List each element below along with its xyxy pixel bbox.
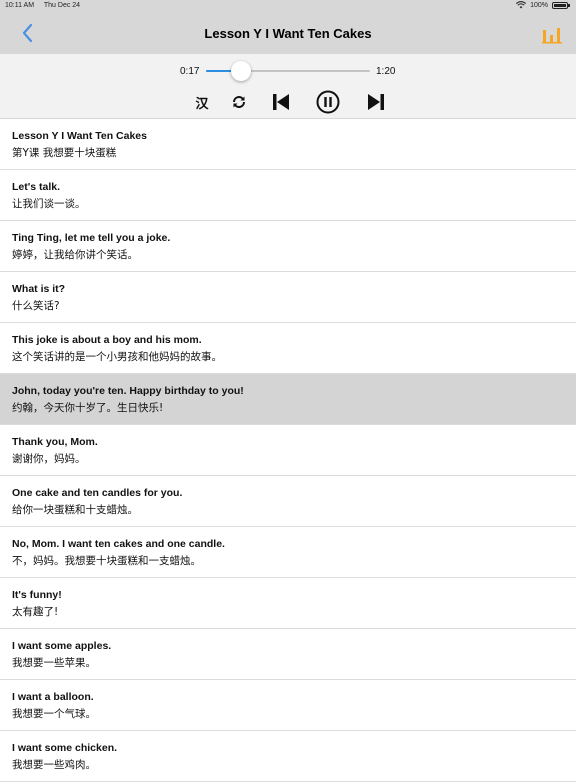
line-english: I want some apples. [12,640,112,652]
current-time: 0:17 [180,66,200,77]
line-english: Lesson Y I Want Ten Cakes [12,130,147,142]
audio-player: 0:17 1:20 汉 [0,54,576,119]
next-button[interactable] [365,92,387,112]
line-english: This joke is about a boy and his mom. [12,334,202,346]
progress-slider[interactable] [206,61,370,81]
list-item[interactable]: I want a balloon. 我想要一个气球。 [0,680,576,731]
lesson-line-list: Lesson Y I Want Ten Cakes 第Y课 我想要十块蛋糕 Let'… [0,119,576,782]
nav-bar: Lesson Y I Want Ten Cakes [0,12,576,54]
status-time: 10:11 AM [5,2,35,9]
line-english: Let's talk. [12,181,61,193]
line-chinese: 给你一块蛋糕和十支蜡烛。 [12,504,138,516]
list-item[interactable]: It's funny! 太有趣了! [0,578,576,629]
line-english: John, today you're ten. Happy birthday t… [12,385,244,397]
page-title: Lesson Y I Want Ten Cakes [204,26,372,41]
line-english: No, Mom. I want ten cakes and one candle… [12,538,225,550]
line-chinese: 这个笑话讲的是一个小男孩和他妈妈的故事。 [12,351,222,363]
bar-chart-icon [542,28,562,44]
line-chinese: 让我们谈一谈。 [12,198,86,210]
status-date: Thu Dec 24 [43,2,81,9]
list-item[interactable]: John, today you're ten. Happy birthday t… [0,374,576,425]
list-item[interactable]: Lesson Y I Want Ten Cakes 第Y课 我想要十块蛋糕 [0,119,576,170]
line-chinese: 什么笑话? [12,300,60,312]
status-left: 10:11 AM Thu Dec 24 [5,2,88,9]
list-item[interactable]: I want some chicken. 我想要一些鸡肉。 [0,731,576,782]
previous-button[interactable] [270,92,292,112]
line-chinese: 我想要一些鸡肉。 [12,759,96,771]
list-item[interactable]: This joke is about a boy and his mom. 这个笑… [0,323,576,374]
list-item[interactable]: What is it? 什么笑话? [0,272,576,323]
list-item[interactable]: Thank you, Mom. 谢谢你，妈妈。 [0,425,576,476]
skip-back-icon [273,94,289,110]
chinese-toggle-button[interactable]: 汉 [192,92,212,112]
line-english: One cake and ten candles for you. [12,487,183,499]
status-bar: 10:11 AM Thu Dec 24 100% [0,0,576,12]
line-chinese: 第Y课 我想要十块蛋糕 [12,147,117,159]
line-english: What is it? [12,283,66,295]
stats-button[interactable] [542,26,562,44]
line-english: I want a balloon. [12,691,94,703]
line-chinese: 我想要一些苹果。 [12,657,96,669]
line-english: Ting Ting, let me tell you a joke. [12,232,171,244]
pause-button[interactable] [316,90,340,114]
battery-icon [552,1,570,9]
list-item[interactable]: Let's talk. 让我们谈一谈。 [0,170,576,221]
repeat-button[interactable] [229,92,249,112]
line-chinese: 婷婷，让我给你讲个笑话。 [12,249,138,261]
line-chinese: 谢谢你，妈妈。 [12,453,86,465]
pause-circle-icon [316,90,340,114]
line-chinese: 不，妈妈。我想要十块蛋糕和一支蜡烛。 [12,555,201,567]
duration-time: 1:20 [376,66,396,77]
wifi-icon [516,1,527,9]
line-chinese: 约翰，今天你十岁了。生日快乐! [12,402,164,414]
list-item[interactable]: I want some apples. 我想要一些苹果。 [0,629,576,680]
status-right: 100% [516,1,570,9]
line-english: Thank you, Mom. [12,436,98,448]
line-chinese: 我想要一个气球。 [12,708,96,720]
skip-forward-icon [368,94,384,110]
list-item[interactable]: One cake and ten candles for you. 给你一块蛋糕和… [0,476,576,527]
list-item[interactable]: No, Mom. I want ten cakes and one candle… [0,527,576,578]
line-english: I want some chicken. [12,742,118,754]
repeat-icon [233,96,245,108]
battery-percent: 100% [530,1,548,9]
line-chinese: 太有趣了! [12,606,59,618]
line-english: It's funny! [12,589,62,601]
slider-knob[interactable] [230,61,251,81]
list-item[interactable]: Ting Ting, let me tell you a joke. 婷婷，让我给… [0,221,576,272]
